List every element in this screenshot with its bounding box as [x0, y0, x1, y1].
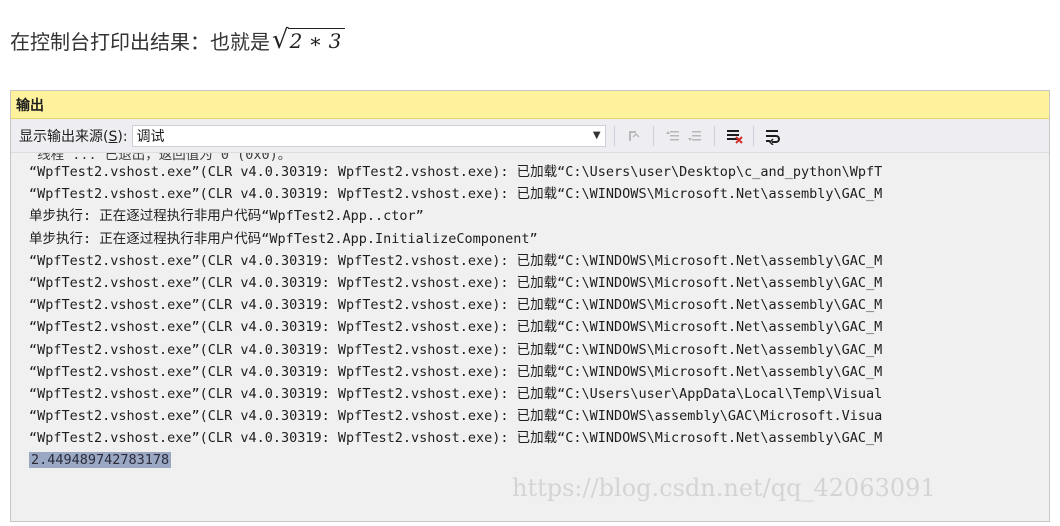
output-text-area[interactable]: “线程 ... 已退出，返回值为 0 (0x0)。” “WpfTest2.vsh…	[11, 153, 1049, 521]
output-window: 输出 显示输出来源(S): 调试 ▼ “线程 ... 已退出，返回值为 0 (0…	[10, 90, 1050, 522]
clipped-output-line: “线程 ... 已退出，返回值为 0 (0x0)。”	[29, 153, 293, 161]
output-line: “WpfTest2.vshost.exe”(CLR v4.0.30319: Wp…	[29, 341, 883, 358]
output-line: “WpfTest2.vshost.exe”(CLR v4.0.30319: Wp…	[29, 430, 883, 447]
toolbar-separator	[613, 125, 615, 146]
formula-radicand: 2 ∗ 3	[287, 28, 346, 53]
page-heading: 在控制台打印出结果：也就是 √ 2 ∗ 3	[10, 22, 346, 58]
output-line: “WpfTest2.vshost.exe”(CLR v4.0.30319: Wp…	[29, 319, 883, 336]
word-wrap-icon[interactable]	[762, 125, 784, 147]
output-line: 单步执行: 正在逐过程执行非用户代码“WpfTest2.App.Initiali…	[29, 230, 538, 247]
output-source-value: 调试	[136, 128, 165, 145]
toolbar-separator	[652, 125, 654, 146]
output-line: “WpfTest2.vshost.exe”(CLR v4.0.30319: Wp…	[29, 274, 883, 291]
output-title-bar[interactable]: 输出	[11, 91, 1049, 119]
sqrt-symbol: √	[272, 25, 289, 55]
toolbar-separator	[713, 125, 715, 146]
output-line: “WpfTest2.vshost.exe”(CLR v4.0.30319: Wp…	[29, 186, 883, 203]
clear-all-icon[interactable]	[723, 125, 745, 147]
toolbar-separator	[752, 125, 754, 146]
output-title: 输出	[16, 97, 44, 114]
previous-message-icon[interactable]	[662, 125, 684, 147]
output-source-select[interactable]: 调试 ▼	[131, 124, 606, 147]
output-line: 单步执行: 正在逐过程执行非用户代码“WpfTest2.App..ctor”	[29, 208, 424, 225]
output-line: “WpfTest2.vshost.exe”(CLR v4.0.30319: Wp…	[29, 385, 883, 402]
heading-text: 在控制台打印出结果：也就是	[10, 29, 270, 54]
result-value[interactable]: 2.449489742783178	[29, 452, 172, 469]
output-line: “WpfTest2.vshost.exe”(CLR v4.0.30319: Wp…	[29, 164, 883, 180]
result-line: 2.449489742783178	[29, 449, 1049, 471]
output-line: “WpfTest2.vshost.exe”(CLR v4.0.30319: Wp…	[29, 408, 883, 425]
find-message-icon[interactable]	[623, 125, 645, 147]
next-message-icon[interactable]	[684, 125, 706, 147]
output-line: “WpfTest2.vshost.exe”(CLR v4.0.30319: Wp…	[29, 363, 883, 380]
sqrt-formula: √ 2 ∗ 3	[272, 25, 346, 55]
output-toolbar: 显示输出来源(S): 调试 ▼	[11, 119, 1049, 153]
chevron-down-icon: ▼	[592, 130, 601, 141]
output-line: “WpfTest2.vshost.exe”(CLR v4.0.30319: Wp…	[29, 297, 883, 314]
output-line: “WpfTest2.vshost.exe”(CLR v4.0.30319: Wp…	[29, 252, 883, 269]
source-label: 显示输出来源(S):	[19, 128, 128, 145]
